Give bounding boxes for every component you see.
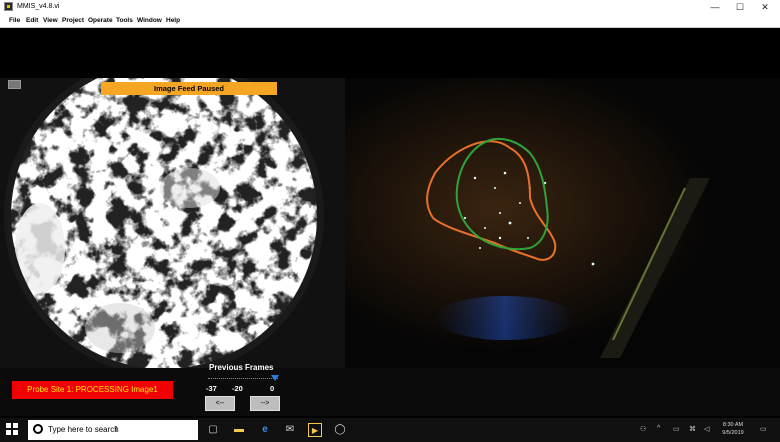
text-cursor-icon: I [115,425,118,434]
battery-icon[interactable]: ▭ [673,425,680,433]
cortana-icon [33,424,43,434]
menu-bar: File Edit View Project Operate Tools Win… [0,14,780,28]
network-icon[interactable]: ⌘ [689,425,696,433]
taskbar-search-box[interactable]: Type here to search I [28,420,217,440]
menu-view[interactable]: View [43,15,58,26]
notification-icon[interactable]: ▭ [760,425,767,433]
labview-taskbar-icon[interactable]: ▶ [308,423,322,437]
slider-track [208,378,278,380]
window-titlebar: MMIS_v4.8.vi — ☐ ✕ [0,0,780,14]
people-icon[interactable]: ⚇ [640,425,646,433]
menu-help[interactable]: Help [166,15,180,26]
slider-tick-label: -37 [206,384,217,393]
menu-file[interactable]: File [9,15,20,26]
menu-tools[interactable]: Tools [116,15,133,26]
endoscope-image-view [345,78,780,368]
menu-window[interactable]: Window [137,15,162,26]
tray-chevron-icon[interactable]: ^ [657,425,660,432]
image-feed-paused-banner: Image Feed Paused [101,82,277,95]
slider-tick-label: 0 [270,384,275,393]
edge-browser-icon[interactable]: e [258,423,272,437]
windows-taskbar: Type here to search I ▢ ▬ e ✉ ▶ ◯ ⚇ ^ ▭ … [0,418,780,442]
next-frame-button[interactable]: --> [250,396,280,411]
panel-toggle-button[interactable] [8,80,21,89]
menu-project[interactable]: Project [62,15,84,26]
volume-icon[interactable]: ◁ [704,425,709,433]
system-clock[interactable]: 8:30 AM 9/5/2019 [718,421,748,437]
previous-frame-button[interactable]: <-- [205,396,235,411]
search-placeholder: Type here to search [48,425,119,434]
labview-app-icon [4,2,13,11]
clock-date: 9/5/2019 [722,430,744,436]
app-circle-icon[interactable]: ◯ [333,423,347,437]
clock-time: 8:30 AM [722,422,744,428]
window-title: MMIS_v4.8.vi [17,3,60,10]
file-explorer-icon[interactable]: ▬ [232,423,246,437]
processing-status-indicator: Probe Site 1: PROCESSING Image1 [12,381,173,399]
store-icon[interactable]: ✉ [283,423,297,437]
task-view-icon[interactable]: ▢ [206,423,220,437]
front-panel-header [0,28,780,78]
slider-thumb[interactable] [271,375,279,381]
previous-frames-label: Previous Frames [209,363,274,372]
start-button[interactable] [6,423,20,437]
menu-edit[interactable]: Edit [26,15,38,26]
blue-light-reflection [435,296,575,340]
previous-frames-slider[interactable] [208,375,279,381]
close-button[interactable]: ✕ [750,0,780,14]
slider-tick-label: -20 [232,384,243,393]
probe-image-view [0,78,345,368]
menu-operate[interactable]: Operate [88,15,113,26]
